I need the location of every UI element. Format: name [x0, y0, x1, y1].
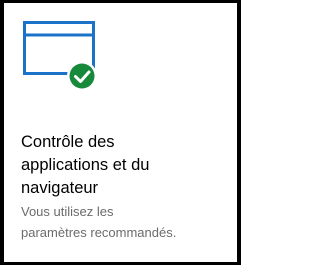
tile-status: Vous utilisez les paramètres recommandés… — [21, 201, 239, 243]
tile-title-line-2: applications et du — [21, 156, 150, 174]
tile-title: Contrôle des applications et du navigate… — [21, 131, 231, 200]
browser-window-icon — [23, 21, 107, 97]
checkmark-icon — [67, 61, 97, 91]
tile-title-line-1: Contrôle des — [21, 133, 115, 151]
app-browser-control-tile[interactable]: Contrôle des applications et du navigate… — [0, 0, 241, 265]
tile-title-line-3: navigateur — [21, 179, 99, 197]
tile-status-line-1: Vous utilisez les — [21, 204, 114, 219]
tile-status-line-2: paramètres recommandés. — [21, 225, 177, 240]
